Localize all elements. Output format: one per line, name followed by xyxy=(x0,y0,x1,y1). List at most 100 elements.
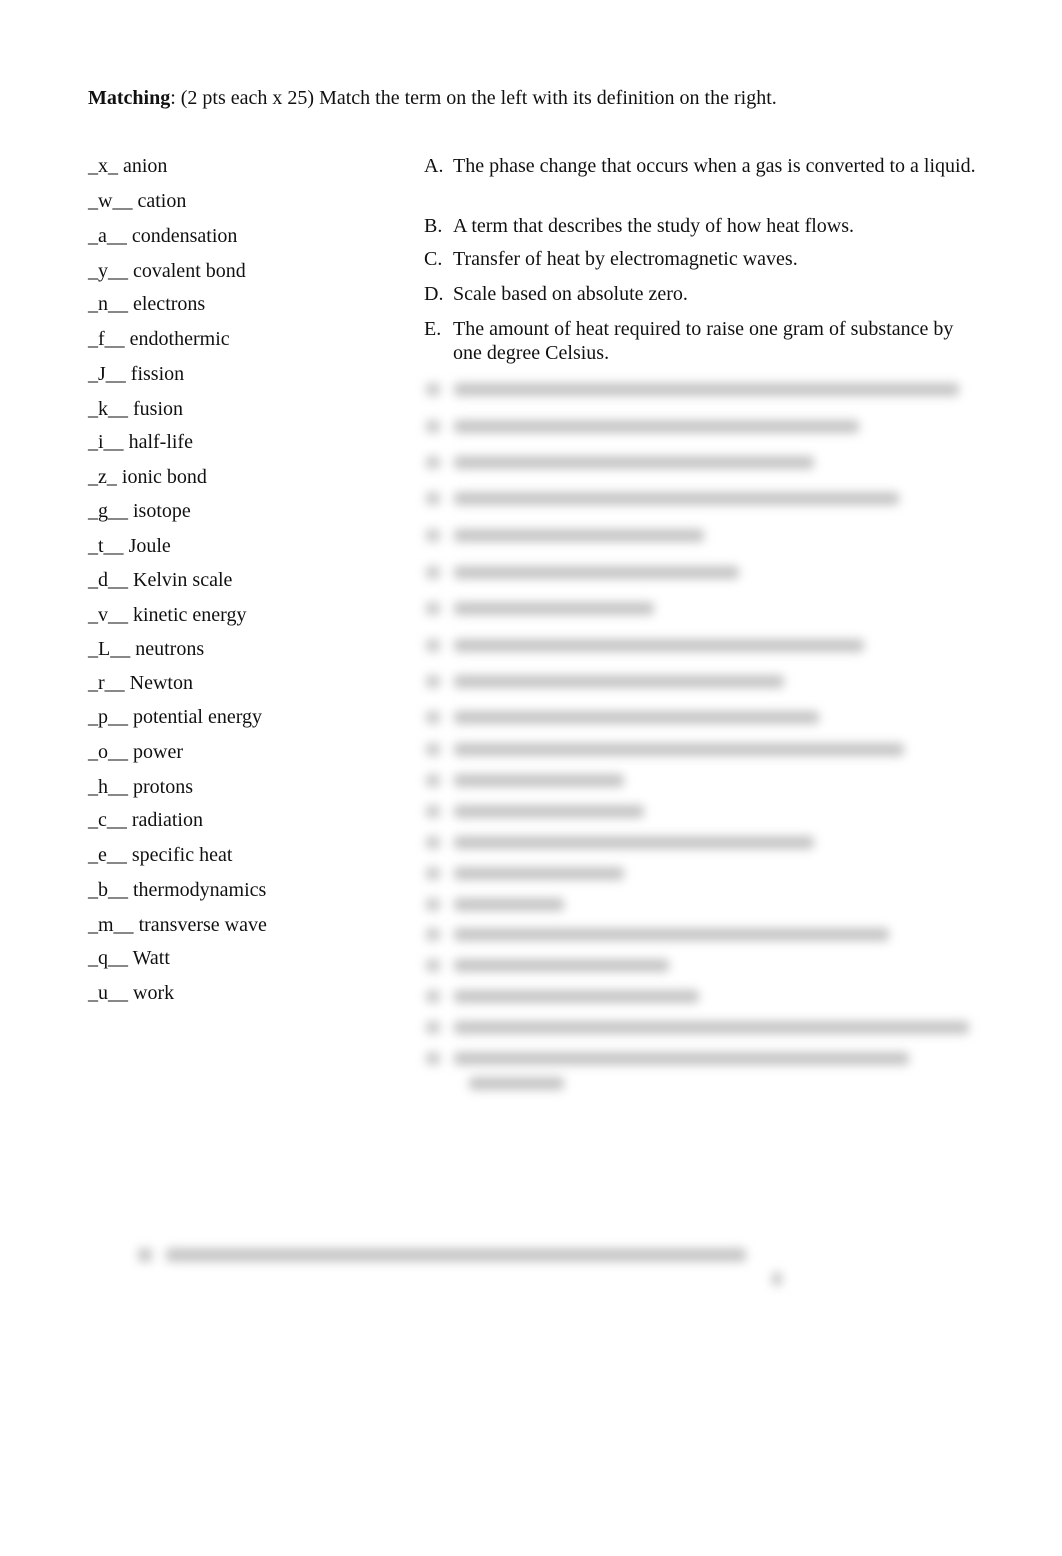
blurred-letter xyxy=(426,1052,440,1065)
blurred-letter xyxy=(426,602,440,615)
blurred-letter xyxy=(426,959,440,972)
answer-blank[interactable]: _J__ xyxy=(88,362,126,386)
blurred-letter xyxy=(426,383,440,396)
blurred-definition-item xyxy=(424,560,984,584)
term-row: _t__ Joule xyxy=(88,534,171,558)
blurred-text-continuation xyxy=(469,1077,564,1090)
answer-blank[interactable]: _u__ xyxy=(88,981,128,1005)
blurred-definition-item xyxy=(424,799,984,823)
blurred-letter xyxy=(426,774,440,787)
answer-blank[interactable]: _c__ xyxy=(88,808,127,832)
blurred-letter xyxy=(426,867,440,880)
blurred-text xyxy=(454,836,814,849)
term-row: _J__ fission xyxy=(88,362,184,386)
answer-blank[interactable]: _w__ xyxy=(88,189,132,213)
term-label: electrons xyxy=(133,293,206,315)
blurred-letter xyxy=(426,743,440,756)
term-row: _z_ ionic bond xyxy=(88,465,207,489)
blurred-letter xyxy=(426,836,440,849)
blurred-letter xyxy=(426,529,440,542)
blurred-definition-item xyxy=(424,596,984,620)
term-row: _L__ neutrons xyxy=(88,637,204,661)
blurred-text xyxy=(454,990,699,1003)
blurred-definition-item xyxy=(424,892,984,916)
blurred-letter xyxy=(426,566,440,579)
blurred-definition-item xyxy=(424,861,984,885)
term-label: cation xyxy=(137,190,187,212)
term-row: _n__ electrons xyxy=(88,292,205,316)
definition-text: Scale based on absolute zero. xyxy=(453,283,688,305)
blurred-text xyxy=(454,602,654,615)
answer-blank[interactable]: _t__ xyxy=(88,534,124,558)
blurred-text xyxy=(454,383,959,396)
blurred-definition-item xyxy=(424,377,984,401)
answer-blank[interactable]: _m__ xyxy=(88,913,134,937)
answer-blank[interactable]: _z_ xyxy=(88,465,117,489)
instructions-text: : (2 pts each x 25) Match the term on th… xyxy=(170,87,777,109)
blurred-definition-item xyxy=(424,523,984,547)
answer-blank[interactable]: _o__ xyxy=(88,740,128,764)
answer-blank[interactable]: _v__ xyxy=(88,603,128,627)
term-row: _k__ fusion xyxy=(88,397,183,421)
term-label: kinetic energy xyxy=(133,604,247,626)
answer-blank[interactable]: _f__ xyxy=(88,327,125,351)
answer-blank[interactable]: _a__ xyxy=(88,224,127,248)
blurred-letter xyxy=(426,675,440,688)
blurred-definition-item xyxy=(424,953,984,977)
answer-blank[interactable]: _b__ xyxy=(88,878,128,902)
answer-blank[interactable]: _i__ xyxy=(88,430,124,454)
term-label: transverse wave xyxy=(138,914,267,936)
answer-blank[interactable]: _L__ xyxy=(88,637,130,661)
term-row: _f__ endothermic xyxy=(88,327,230,351)
term-label: fusion xyxy=(133,398,183,420)
term-label: thermodynamics xyxy=(133,879,267,901)
term-label: radiation xyxy=(131,809,203,831)
answer-blank[interactable]: _h__ xyxy=(88,775,128,799)
term-row: _p__ potential energy xyxy=(88,705,262,729)
blurred-text xyxy=(454,743,904,756)
blurred-next-question xyxy=(130,1240,790,1290)
term-row: _a__ condensation xyxy=(88,224,237,248)
answer-blank[interactable]: _g__ xyxy=(88,499,128,523)
term-label: power xyxy=(133,741,183,763)
term-row: _e__ specific heat xyxy=(88,843,232,867)
term-label: neutrons xyxy=(135,638,205,660)
blurred-letter xyxy=(426,456,440,469)
answer-blank[interactable]: _n__ xyxy=(88,292,128,316)
blurred-definition-item xyxy=(424,705,984,729)
answer-blank[interactable]: _d__ xyxy=(88,568,128,592)
blurred-text xyxy=(454,456,814,469)
definition-letter: B. xyxy=(424,215,443,237)
term-label: Newton xyxy=(129,672,193,694)
blurred-text xyxy=(454,1052,909,1065)
answer-blank[interactable]: _q__ xyxy=(88,946,128,970)
answer-blank[interactable]: _p__ xyxy=(88,705,128,729)
answer-blank[interactable]: _y__ xyxy=(88,259,128,283)
term-row: _c__ radiation xyxy=(88,808,203,832)
term-label: half-life xyxy=(128,431,193,453)
blurred-letter xyxy=(426,1021,440,1034)
term-label: Kelvin scale xyxy=(133,569,233,591)
matching-label: Matching xyxy=(88,87,171,109)
term-row: _w__ cation xyxy=(88,189,186,213)
answer-blank[interactable]: _r__ xyxy=(88,671,125,695)
term-label: anion xyxy=(123,155,168,177)
blurred-definition-item xyxy=(424,768,984,792)
term-label: ionic bond xyxy=(121,466,207,488)
term-row: _x_ anion xyxy=(88,154,167,178)
term-row: _o__ power xyxy=(88,740,183,764)
blurred-definition-item xyxy=(424,1046,984,1090)
term-label: covalent bond xyxy=(133,260,246,282)
blurred-text xyxy=(454,675,784,688)
answer-blank[interactable]: _e__ xyxy=(88,843,127,867)
term-label: fission xyxy=(130,363,185,385)
answer-blank[interactable]: _k__ xyxy=(88,397,128,421)
blurred-letter xyxy=(426,492,440,505)
definition-text: A term that describes the study of how h… xyxy=(453,215,855,237)
term-row: _y__ covalent bond xyxy=(88,259,246,283)
blurred-definition-item xyxy=(424,450,984,474)
blurred-definition-item xyxy=(424,1015,984,1039)
blurred-definition-item xyxy=(424,669,984,693)
term-label: protons xyxy=(133,776,193,798)
answer-blank[interactable]: _x_ xyxy=(88,154,118,178)
